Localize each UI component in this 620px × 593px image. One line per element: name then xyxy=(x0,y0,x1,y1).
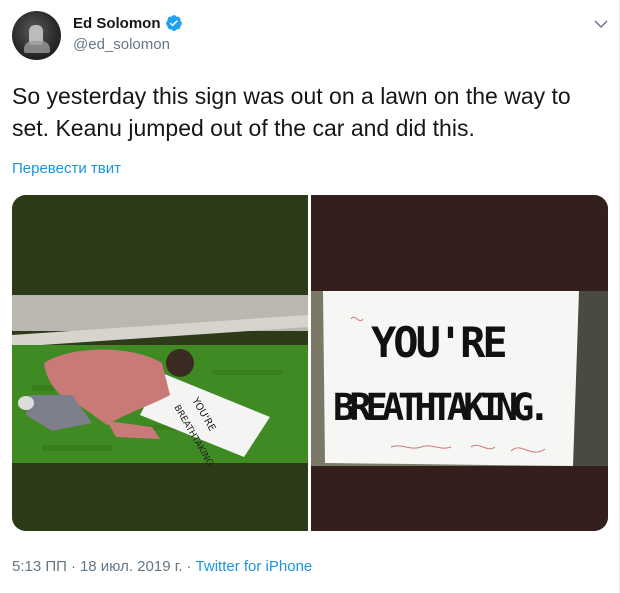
verified-badge-icon xyxy=(165,15,182,31)
photo-man-signing-sign-on-lawn[interactable]: YOU'RE BREATHTAKING xyxy=(12,195,308,531)
chevron-down-icon[interactable] xyxy=(592,15,610,33)
lawn-scene-image: YOU'RE BREATHTAKING xyxy=(12,195,308,531)
svg-text:YOU'RE: YOU'RE xyxy=(371,318,505,367)
tweet-time[interactable]: 5:13 ПП xyxy=(12,558,67,575)
photo-breathtaking-sign[interactable]: YOU'RE BREATHTAKING. xyxy=(311,195,608,531)
author-name-row: Ed Solomon xyxy=(73,14,183,32)
author-avatar[interactable] xyxy=(12,11,61,60)
tweet-card: Ed Solomon @ed_solomon So yesterday this… xyxy=(0,0,620,593)
author-display-name[interactable]: Ed Solomon xyxy=(73,15,161,32)
avatar-figure-base xyxy=(24,41,50,53)
tweet-source-link[interactable]: Twitter for iPhone xyxy=(196,558,313,575)
media-grid: YOU'RE BREATHTAKING YOU'RE BREATHTAKING. xyxy=(12,195,608,531)
tweet-date[interactable]: 18 июл. 2019 г. xyxy=(80,558,183,575)
author-handle[interactable]: @ed_solomon xyxy=(73,36,170,53)
svg-text:BREATHTAKING.: BREATHTAKING. xyxy=(333,386,545,429)
translate-tweet-link[interactable]: Перевести твит xyxy=(12,160,121,177)
meta-separator-2: · xyxy=(186,558,192,575)
tweet-meta: 5:13 ПП · 18 июл. 2019 г. · Twitter for … xyxy=(12,558,312,575)
sign-closeup-image: YOU'RE BREATHTAKING. xyxy=(311,195,608,531)
tweet-text: So yesterday this sign was out on a lawn… xyxy=(12,83,571,141)
meta-separator: · xyxy=(70,558,76,575)
